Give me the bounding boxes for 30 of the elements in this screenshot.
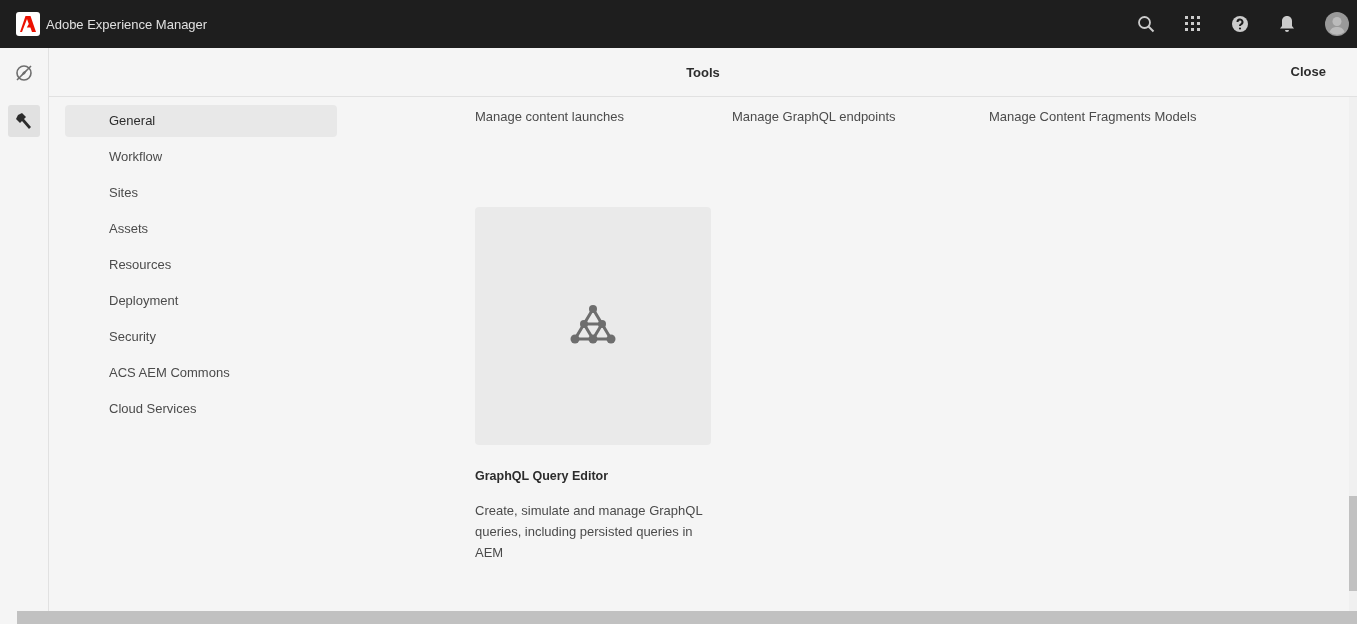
category-item[interactable]: Cloud Services bbox=[65, 393, 337, 425]
vertical-scrollbar[interactable] bbox=[1349, 97, 1357, 611]
compass-off-icon bbox=[15, 64, 33, 82]
category-item[interactable]: Workflow bbox=[65, 141, 337, 173]
panel-title: Tools bbox=[686, 64, 720, 80]
tool-caption[interactable]: Manage Content Fragments Models bbox=[989, 109, 1246, 124]
category-item[interactable]: Deployment bbox=[65, 285, 337, 317]
help-icon[interactable] bbox=[1231, 15, 1249, 33]
user-avatar-icon[interactable] bbox=[1325, 12, 1349, 36]
category-item[interactable]: Security bbox=[65, 321, 337, 353]
tool-description: Create, simulate and manage GraphQL queries, including persisted queries in AEM bbox=[475, 502, 704, 562]
tool-title: GraphQL Query Editor bbox=[475, 469, 610, 483]
tool-caption[interactable]: Manage content launches bbox=[475, 109, 732, 124]
hammer-icon bbox=[15, 112, 33, 130]
tool-caption[interactable]: Manage GraphQL endpoints bbox=[732, 109, 989, 124]
category-item[interactable]: General bbox=[65, 105, 337, 137]
adobe-logo-icon[interactable] bbox=[16, 12, 40, 36]
scrollbar-thumb[interactable] bbox=[1349, 496, 1357, 591]
category-item[interactable]: Sites bbox=[65, 177, 337, 209]
category-item[interactable]: Resources bbox=[65, 249, 337, 281]
tools-rail-button[interactable] bbox=[8, 105, 40, 137]
category-item[interactable]: ACS AEM Commons bbox=[65, 357, 337, 389]
close-button[interactable]: Close bbox=[1286, 62, 1330, 81]
notification-bell-icon[interactable] bbox=[1279, 15, 1295, 33]
tool-thumbnail[interactable] bbox=[475, 207, 711, 445]
search-icon[interactable] bbox=[1137, 15, 1155, 33]
category-item[interactable]: Assets bbox=[65, 213, 337, 245]
app-title: Adobe Experience Manager bbox=[46, 16, 208, 32]
apps-grid-icon[interactable] bbox=[1185, 16, 1201, 32]
horizontal-scrollbar[interactable] bbox=[17, 611, 1357, 624]
